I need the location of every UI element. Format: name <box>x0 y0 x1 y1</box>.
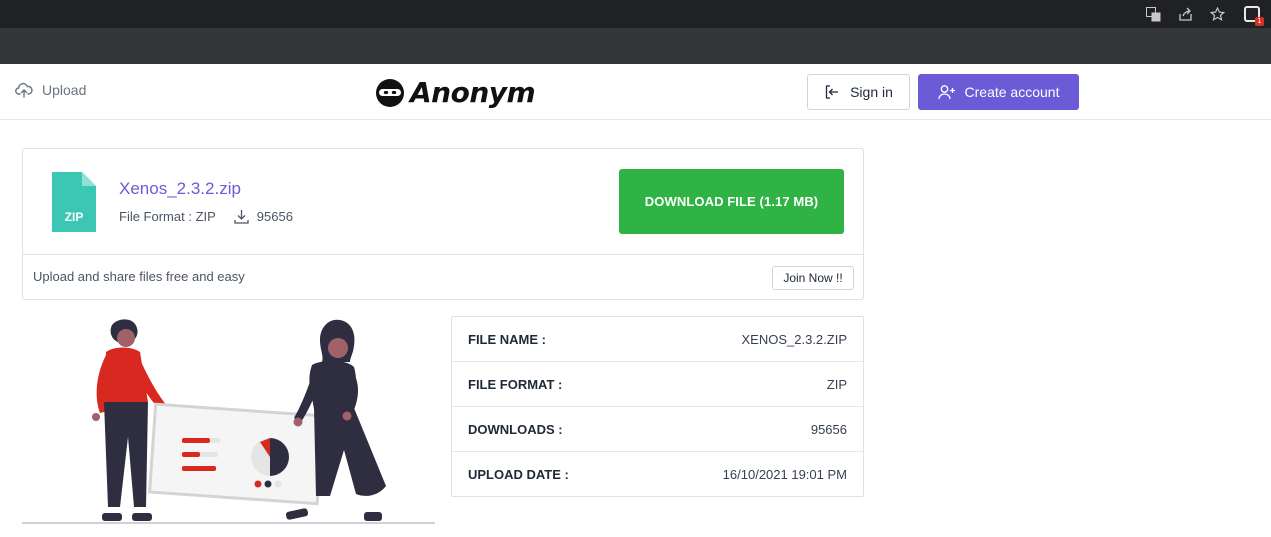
create-account-label: Create account <box>964 84 1060 100</box>
details-label: DOWNLOADS : <box>468 421 563 437</box>
file-card: ZIP Xenos_2.3.2.zip File Format : ZIP 95… <box>22 148 864 300</box>
zip-file-icon: ZIP <box>52 172 96 237</box>
people-with-chart-illustration <box>22 310 436 526</box>
extension-badge: 1 <box>1255 17 1264 26</box>
cloud-upload-icon <box>15 82 33 98</box>
ninja-logo-icon <box>376 78 404 107</box>
details-value: 95656 <box>810 421 847 437</box>
sign-in-icon <box>825 85 839 99</box>
user-plus-icon <box>937 85 955 100</box>
details-label: FILE NAME : <box>468 331 546 347</box>
join-now-button[interactable]: Join Now !! <box>772 266 854 290</box>
create-account-button[interactable]: Create account <box>918 74 1079 110</box>
file-card-header: ZIP Xenos_2.3.2.zip File Format : ZIP 95… <box>23 149 863 255</box>
translate-icon[interactable] <box>1137 0 1169 28</box>
browser-toolbar-icons: 1 <box>1137 0 1271 28</box>
details-row-file-name: FILE NAME : XENOS_2.3.2.ZIP <box>452 317 863 362</box>
extension-icon[interactable]: 1 <box>1233 0 1271 28</box>
promo-bar: Upload and share files free and easy Joi… <box>23 256 863 299</box>
sign-in-button[interactable]: Sign in <box>807 74 910 110</box>
download-count: 95656 <box>234 209 293 224</box>
file-meta: File Format : ZIP 95656 <box>119 209 293 224</box>
details-label: FILE FORMAT : <box>468 376 563 392</box>
details-value: 16/10/2021 19:01 PM <box>722 467 847 482</box>
share-icon[interactable] <box>1169 0 1201 28</box>
site-logo[interactable]: Anonym <box>375 76 536 109</box>
browser-toolbar: 1 <box>0 0 1271 28</box>
file-name-link[interactable]: Xenos_2.3.2.zip <box>119 179 241 199</box>
details-value: XENOS_2.3.2.ZIP <box>741 331 848 347</box>
zip-file-icon-label: ZIP <box>65 210 84 224</box>
download-file-button[interactable]: DOWNLOAD FILE (1.17 MB) <box>619 169 844 234</box>
details-row-file-format: FILE FORMAT : ZIP <box>452 362 863 407</box>
browser-bookmarks-bar <box>0 28 1271 64</box>
sign-in-label: Sign in <box>850 84 893 100</box>
site-header: Upload Anonym Sign in Create account <box>0 64 1271 120</box>
promo-tagline: Upload and share files free and easy <box>33 269 245 284</box>
details-value: ZIP <box>826 376 847 392</box>
details-row-downloads: DOWNLOADS : 95656 <box>452 407 863 452</box>
details-label: UPLOAD DATE : <box>468 467 569 482</box>
download-count-value: 95656 <box>256 209 293 224</box>
details-row-upload-date: UPLOAD DATE : 16/10/2021 19:01 PM <box>452 452 863 497</box>
file-details-table: FILE NAME : XENOS_2.3.2.ZIP FILE FORMAT … <box>451 316 864 497</box>
logo-text: Anonym <box>410 76 536 109</box>
upload-label: Upload <box>42 82 87 98</box>
bookmark-star-icon[interactable] <box>1201 0 1233 28</box>
upload-link[interactable]: Upload <box>15 82 86 98</box>
file-format-text: File Format : ZIP <box>119 209 216 224</box>
download-icon <box>234 210 249 224</box>
